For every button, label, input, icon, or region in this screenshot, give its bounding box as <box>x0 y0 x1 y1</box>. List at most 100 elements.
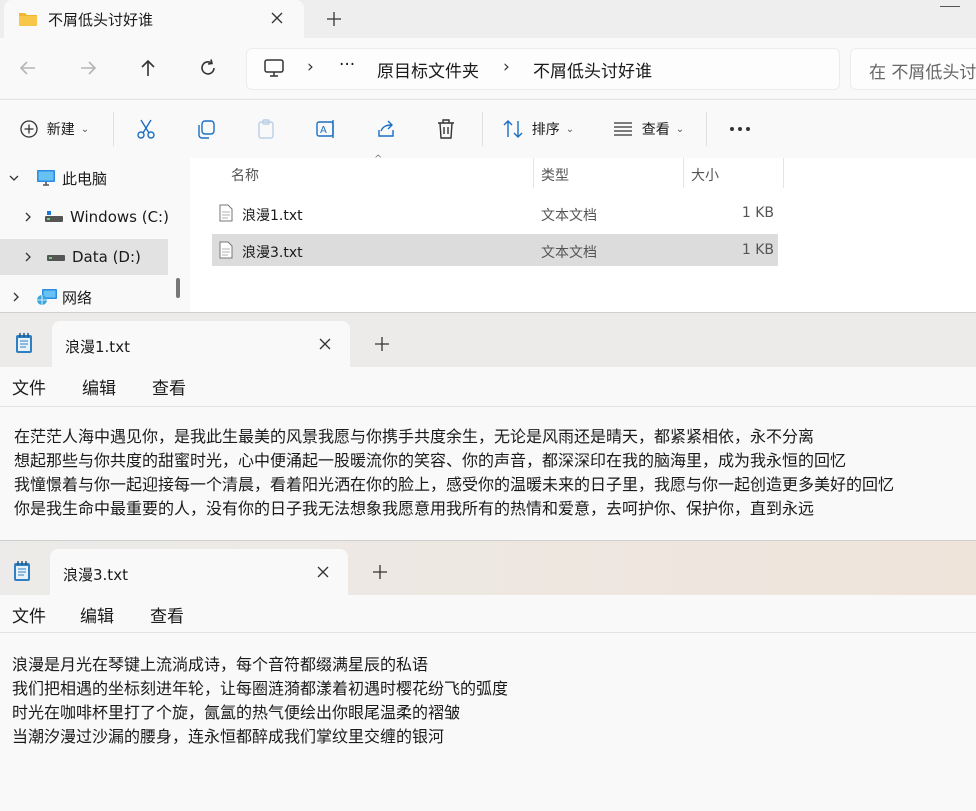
rename-button[interactable]: A <box>306 109 346 149</box>
forward-button[interactable] <box>70 50 106 86</box>
chevron-down-icon: ⌄ <box>675 123 685 135</box>
close-icon[interactable] <box>270 11 284 25</box>
nav-item-network[interactable]: 网络 <box>0 279 168 312</box>
drive-icon <box>44 210 64 224</box>
column-divider[interactable] <box>683 158 684 188</box>
file-type: 文本文档 <box>541 245 597 261</box>
chevron-right-icon: › <box>307 57 314 77</box>
ellipsis-icon <box>729 126 751 132</box>
this-pc-icon <box>263 59 285 79</box>
column-divider[interactable] <box>533 158 534 188</box>
copy-icon <box>195 118 217 140</box>
chevron-down-icon: ⌄ <box>80 123 90 135</box>
nav-scrollbar[interactable] <box>176 278 180 298</box>
file-type: 文本文档 <box>541 208 597 224</box>
column-header-name[interactable]: 名称 <box>231 165 259 185</box>
nav-item-data-d[interactable]: Data (D:) <box>0 239 168 275</box>
sort-label: 排序 <box>531 122 560 138</box>
file-name: 浪漫1.txt <box>242 208 303 224</box>
more-breadcrumbs-icon[interactable]: ··· <box>339 55 355 75</box>
text-line: 浪漫是月光在琴键上流淌成诗，每个音符都缀满星辰的私语 <box>12 655 429 674</box>
file-row[interactable]: 浪漫1.txt 文本文档 1 KB <box>212 197 778 229</box>
paste-button[interactable] <box>246 109 286 149</box>
file-row[interactable]: 浪漫3.txt 文本文档 1 KB <box>212 234 778 266</box>
share-button[interactable] <box>366 109 406 149</box>
explorer-tab[interactable]: 不屑低头讨好谁 <box>4 0 304 38</box>
chevron-down-icon: ⌄ <box>565 123 575 135</box>
text-file-icon <box>218 241 234 259</box>
menu-edit[interactable]: 编辑 <box>80 602 114 627</box>
menu-view[interactable]: 查看 <box>150 602 184 627</box>
scissors-icon <box>135 118 157 140</box>
notepad-tab[interactable]: 浪漫1.txt <box>52 321 350 369</box>
drive-icon <box>46 250 66 264</box>
chevron-down-icon[interactable] <box>8 172 24 184</box>
chevron-right-icon[interactable] <box>10 291 24 303</box>
clipboard-icon <box>255 118 277 140</box>
notepad-window-2: 浪漫3.txt 文件 编辑 查看 浪漫是月光在琴键上流淌成诗，每个音符都缀满星辰… <box>0 540 976 811</box>
menu-view[interactable]: 查看 <box>152 374 186 399</box>
toolbar-divider <box>706 112 707 146</box>
view-button[interactable]: 查看 ⌄ <box>606 109 690 149</box>
column-divider[interactable] <box>783 158 784 188</box>
cut-button[interactable] <box>126 109 166 149</box>
rename-icon: A <box>315 118 337 140</box>
nav-item-windows-c[interactable]: Windows (C:) <box>0 199 169 235</box>
sort-button[interactable]: 排序 ⌄ <box>496 109 580 149</box>
more-options-button[interactable] <box>720 109 760 149</box>
address-bar[interactable]: › ··· 原目标文件夹 › 不屑低头讨好谁 <box>246 48 840 90</box>
view-label: 查看 <box>641 122 670 138</box>
column-header-type[interactable]: 类型 <box>541 165 569 185</box>
view-list-icon <box>612 120 634 138</box>
notepad-text-area[interactable]: 浪漫是月光在琴键上流淌成诗，每个音符都缀满星辰的私语 我们把相遇的坐标刻进年轮，… <box>0 633 976 811</box>
nav-item-this-pc[interactable]: 此电脑 <box>0 160 168 196</box>
notepad-app-icon <box>14 332 34 354</box>
notepad-tab[interactable]: 浪漫3.txt <box>50 549 348 597</box>
new-tab-icon[interactable] <box>372 564 388 580</box>
toolbar-divider <box>113 112 114 146</box>
close-icon[interactable] <box>316 565 330 579</box>
nav-item-label: 此电脑 <box>62 169 108 188</box>
file-name: 浪漫3.txt <box>242 245 303 261</box>
new-tab-icon[interactable] <box>374 336 390 352</box>
sort-ascending-icon: ^ <box>374 154 383 165</box>
breadcrumb-item[interactable]: 原目标文件夹 <box>377 57 479 82</box>
delete-button[interactable] <box>426 109 466 149</box>
menu-file[interactable]: 文件 <box>12 602 46 627</box>
new-tab-icon[interactable] <box>325 10 343 28</box>
menu-file[interactable]: 文件 <box>12 374 46 399</box>
share-icon <box>375 118 397 140</box>
network-icon <box>36 288 58 306</box>
menu-edit[interactable]: 编辑 <box>82 374 116 399</box>
notepad-menu-bar: 文件 编辑 查看 <box>0 367 976 407</box>
navigation-pane: 此电脑 Windows (C:) Data (D:) 网络 <box>0 158 190 312</box>
copy-button[interactable] <box>186 109 226 149</box>
sort-icon <box>502 119 524 139</box>
refresh-button[interactable] <box>190 50 226 86</box>
back-button[interactable] <box>10 50 46 86</box>
close-icon[interactable] <box>318 337 332 351</box>
new-label: 新建 <box>46 122 75 138</box>
notepad-tab-title: 浪漫3.txt <box>63 566 128 584</box>
notepad-app-icon <box>12 560 32 582</box>
breadcrumb-item[interactable]: 不屑低头讨好谁 <box>533 57 652 82</box>
text-line: 我憧憬着与你一起迎接每一个清晨，看着阳光洒在你的脸上，感受你的温暖未来的日子里，… <box>14 475 895 494</box>
minimize-icon[interactable] <box>940 6 960 7</box>
explorer-command-bar: 新建 ⌄ A 排序 ⌄ 查看 ⌄ <box>0 99 976 159</box>
nav-item-label: Windows (C:) <box>70 208 169 226</box>
chevron-right-icon[interactable] <box>22 211 34 223</box>
new-button[interactable]: 新建 ⌄ <box>10 109 98 149</box>
file-size: 1 KB <box>741 242 774 258</box>
chevron-right-icon[interactable] <box>22 251 36 263</box>
notepad-text-area[interactable]: 在茫茫人海中遇见你，是我此生最美的风景我愿与你携手共度余生，无论是风雨还是晴天，… <box>0 407 976 541</box>
trash-icon <box>435 118 457 140</box>
folder-icon <box>18 10 38 28</box>
up-button[interactable] <box>130 50 166 86</box>
text-line: 在茫茫人海中遇见你，是我此生最美的风景我愿与你携手共度余生，无论是风雨还是晴天，… <box>14 427 815 446</box>
notepad-menu-bar: 文件 编辑 查看 <box>0 595 976 635</box>
search-placeholder: 在 不屑低头讨 <box>869 63 976 83</box>
text-file-icon <box>218 204 234 222</box>
search-input[interactable]: 在 不屑低头讨 <box>850 48 976 90</box>
svg-text:A: A <box>320 125 327 136</box>
column-header-size[interactable]: 大小 <box>691 165 719 185</box>
